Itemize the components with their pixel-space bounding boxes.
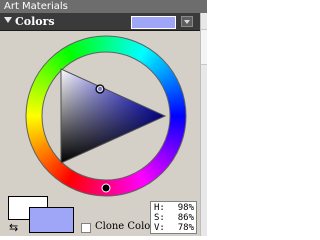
hue-readout: H: 98% — [154, 203, 194, 213]
saturation-label: S: — [154, 213, 165, 223]
triangle-down-icon[interactable] — [4, 17, 12, 23]
hsv-readout: H: 98% S: 86% V: 78% — [150, 201, 197, 234]
window-title-bar[interactable]: Art Materials — [0, 0, 207, 13]
clone-color-checkbox[interactable] — [81, 223, 91, 233]
swap-arrows-icon[interactable]: ⇆ — [9, 221, 23, 235]
scrollbar-thumb[interactable] — [201, 29, 207, 65]
value-readout: V: 78% — [154, 223, 194, 233]
clone-color-label[interactable]: Clone Color — [95, 221, 155, 232]
art-materials-window: Art Materials Colors ⇆ Clone Color H: 98… — [0, 0, 207, 236]
chevron-down-icon — [184, 20, 190, 24]
colors-tab-bar[interactable]: Colors — [0, 13, 200, 31]
value-label: V: — [154, 223, 165, 233]
window-title: Art Materials — [4, 1, 68, 12]
colors-panel: ⇆ Clone Color H: 98% S: 86% V: 78% — [0, 31, 200, 236]
vertical-scrollbar[interactable] — [200, 13, 207, 236]
panel-menu-button[interactable] — [181, 16, 193, 27]
tab-colors-label[interactable]: Colors — [15, 13, 55, 30]
current-color-preview — [131, 16, 176, 29]
hue-value: 98% — [177, 203, 194, 213]
saturation-value: 86% — [177, 213, 194, 223]
color-wheel-picker[interactable] — [0, 31, 200, 201]
hue-selector-marker[interactable] — [101, 183, 111, 193]
color-swatches: ⇆ — [4, 192, 74, 236]
saturation-readout: S: 86% — [154, 213, 194, 223]
primary-color-swatch[interactable] — [29, 207, 74, 233]
value-value: 78% — [177, 223, 194, 233]
hue-label: H: — [154, 203, 165, 213]
